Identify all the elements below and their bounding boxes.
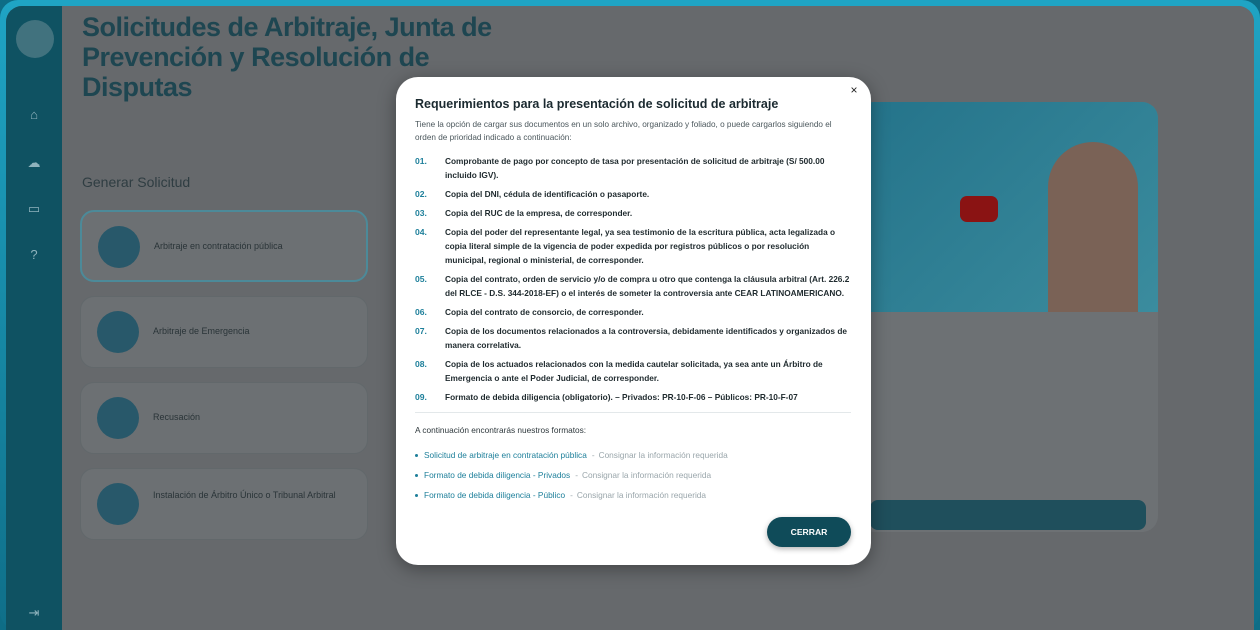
balance-icon [98, 226, 140, 268]
format-item: Solicitud de arbitraje en contratación p… [415, 445, 728, 465]
format-link-publico[interactable]: Formato de debida diligencia - Público [424, 490, 565, 500]
bullet-icon [415, 493, 418, 497]
requirements-modal: × Requerimientos para la presentación de… [396, 77, 871, 565]
list-item: 02. Copia del DNI, cédula de identificaci… [415, 187, 851, 201]
item-number: 04. [415, 227, 427, 237]
item-number: 06. [415, 307, 427, 317]
card-arbitraje-contratacion[interactable]: Arbitraje en contratación pública [80, 210, 368, 282]
format-note: Consignar la información requerida [576, 490, 707, 500]
list-item: 04. Copia del poder del representante leg… [415, 225, 851, 267]
card-label: Instalación de Árbitro Único o Tribunal … [153, 490, 336, 500]
sidebar: ⌂ ☁ ▭ ? ⇥ [6, 6, 62, 630]
list-item: 06. Copia del contrato de consorcio, de c… [415, 305, 851, 319]
card-label: Arbitraje en contratación pública [154, 241, 283, 251]
formats-list: Solicitud de arbitraje en contratación p… [415, 445, 728, 505]
format-link-solicitud[interactable]: Solicitud de arbitraje en contratación p… [424, 450, 587, 460]
format-note: Consignar la información requerida [598, 450, 728, 460]
section-title: Generar Solicitud [82, 174, 191, 190]
person-icon [97, 483, 139, 525]
list-item: 01. Comprobante de pago por concepto de t… [415, 154, 851, 182]
item-text: Copia de los actuados relacionados con l… [445, 359, 823, 383]
item-number: 03. [415, 208, 427, 218]
format-separator: - [575, 470, 578, 480]
item-text: Copia del contrato, orden de servicio y/… [445, 274, 850, 298]
card-recusacion[interactable]: Recusación [80, 382, 368, 454]
item-text: Copia del DNI, cédula de identificación … [445, 189, 650, 199]
item-text: Copia del poder del representante legal,… [445, 227, 836, 265]
logo [16, 20, 54, 58]
item-number: 09. [415, 392, 427, 402]
card-instalacion[interactable]: Instalación de Árbitro Único o Tribunal … [80, 468, 368, 540]
list-item: 08. Copia de los actuados relacionados co… [415, 357, 851, 385]
video-thumbnail[interactable] [858, 102, 1158, 312]
format-item: Formato de debida diligencia - Público -… [415, 485, 728, 505]
item-number: 01. [415, 156, 427, 166]
format-link-privados[interactable]: Formato de debida diligencia - Privados [424, 470, 570, 480]
logout-icon[interactable]: ⇥ [25, 604, 43, 622]
bullet-icon [415, 453, 418, 457]
list-item: 07. Copia de los documentos relacionados … [415, 324, 851, 352]
info-card-text [872, 350, 1142, 414]
item-number: 07. [415, 326, 427, 336]
item-text: Copia de los documentos relacionados a l… [445, 326, 848, 350]
formats-intro: A continuación encontrarás nuestros form… [415, 425, 587, 435]
card-arbitraje-emergencia[interactable]: Arbitraje de Emergencia [80, 296, 368, 368]
modal-title: Requerimientos para la presentación de s… [415, 97, 779, 111]
play-icon[interactable] [960, 196, 998, 222]
item-text: Copia del RUC de la empresa, de correspo… [445, 208, 633, 218]
item-number: 08. [415, 359, 427, 369]
format-item: Formato de debida diligencia - Privados … [415, 465, 728, 485]
item-text: Copia del contrato de consorcio, de corr… [445, 307, 644, 317]
list-item: 05. Copia del contrato, orden de servicio… [415, 272, 851, 300]
requirements-list: 01. Comprobante de pago por concepto de t… [415, 154, 851, 409]
format-separator: - [591, 450, 595, 460]
card-label: Recusación [153, 412, 201, 422]
format-note: Consignar la información requerida [581, 470, 712, 480]
item-number: 02. [415, 189, 427, 199]
generate-request-button[interactable] [870, 500, 1146, 530]
home-icon[interactable]: ⌂ [25, 106, 43, 124]
close-button[interactable]: CERRAR [767, 517, 851, 547]
cloud-icon[interactable]: ☁ [25, 154, 43, 172]
list-item: 09. Formato de debida diligencia (obligat… [415, 390, 851, 404]
folder-icon[interactable]: ▭ [25, 200, 43, 218]
presenter-image [1048, 142, 1138, 312]
card-label: Arbitraje de Emergencia [153, 326, 250, 336]
bullet-icon [415, 473, 418, 477]
info-card [858, 102, 1158, 532]
help-icon[interactable]: ? [25, 246, 43, 264]
close-icon[interactable]: × [847, 83, 861, 97]
alert-icon [97, 311, 139, 353]
modal-subtitle: Tiene la opción de cargar sus documentos… [415, 120, 832, 142]
item-text: Comprobante de pago por concepto de tasa… [445, 156, 825, 180]
item-number: 05. [415, 274, 427, 284]
divider [415, 412, 851, 413]
gavel-icon [97, 397, 139, 439]
format-separator: - [570, 490, 573, 500]
item-text: Formato de debida diligencia (obligatori… [445, 392, 798, 402]
list-item: 03. Copia del RUC de la empresa, de corre… [415, 206, 851, 220]
